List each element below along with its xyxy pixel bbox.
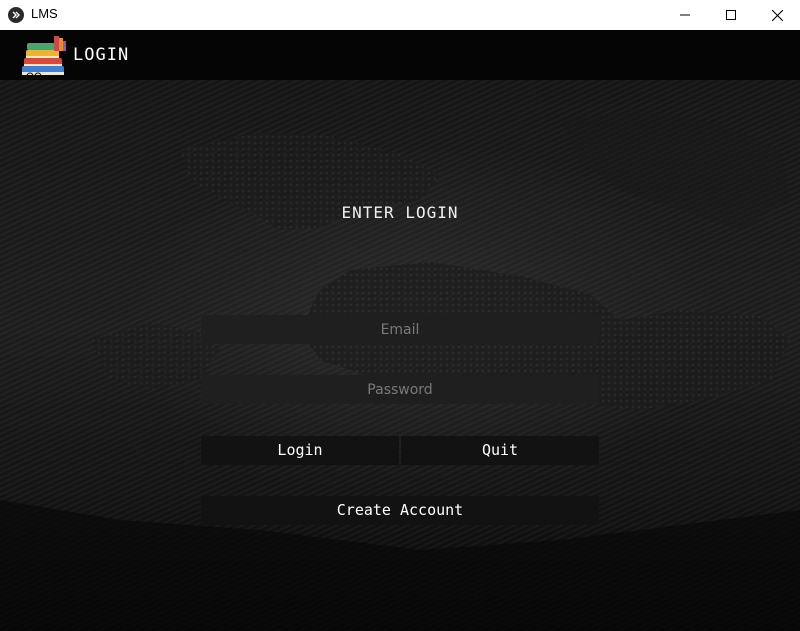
app-icon — [8, 7, 24, 23]
quit-button[interactable]: Quit — [401, 436, 599, 465]
login-screen: ENTER LOGIN Login Quit Create Account — [0, 80, 800, 631]
app-header: LOGIN — [0, 30, 800, 80]
login-button[interactable]: Login — [201, 436, 399, 465]
world-map-background — [0, 110, 800, 631]
minimize-icon — [680, 14, 690, 16]
close-button[interactable] — [754, 0, 800, 30]
maximize-icon — [726, 10, 736, 20]
books-stack-logo — [22, 36, 66, 79]
window-title: LMS — [31, 6, 58, 21]
password-input[interactable] — [201, 375, 599, 404]
title-bar[interactable]: LMS — [0, 0, 800, 30]
close-icon — [771, 9, 783, 21]
create-account-button[interactable]: Create Account — [201, 496, 599, 525]
app-window: LMS LOGIN ENTER LOGIN Email Login Quit C… — [0, 0, 800, 631]
maximize-button[interactable] — [708, 0, 754, 30]
login-heading: ENTER LOGIN — [341, 203, 459, 222]
email-input[interactable] — [201, 315, 599, 344]
header-title: LOGIN — [73, 45, 130, 65]
minimize-button[interactable] — [662, 0, 708, 30]
